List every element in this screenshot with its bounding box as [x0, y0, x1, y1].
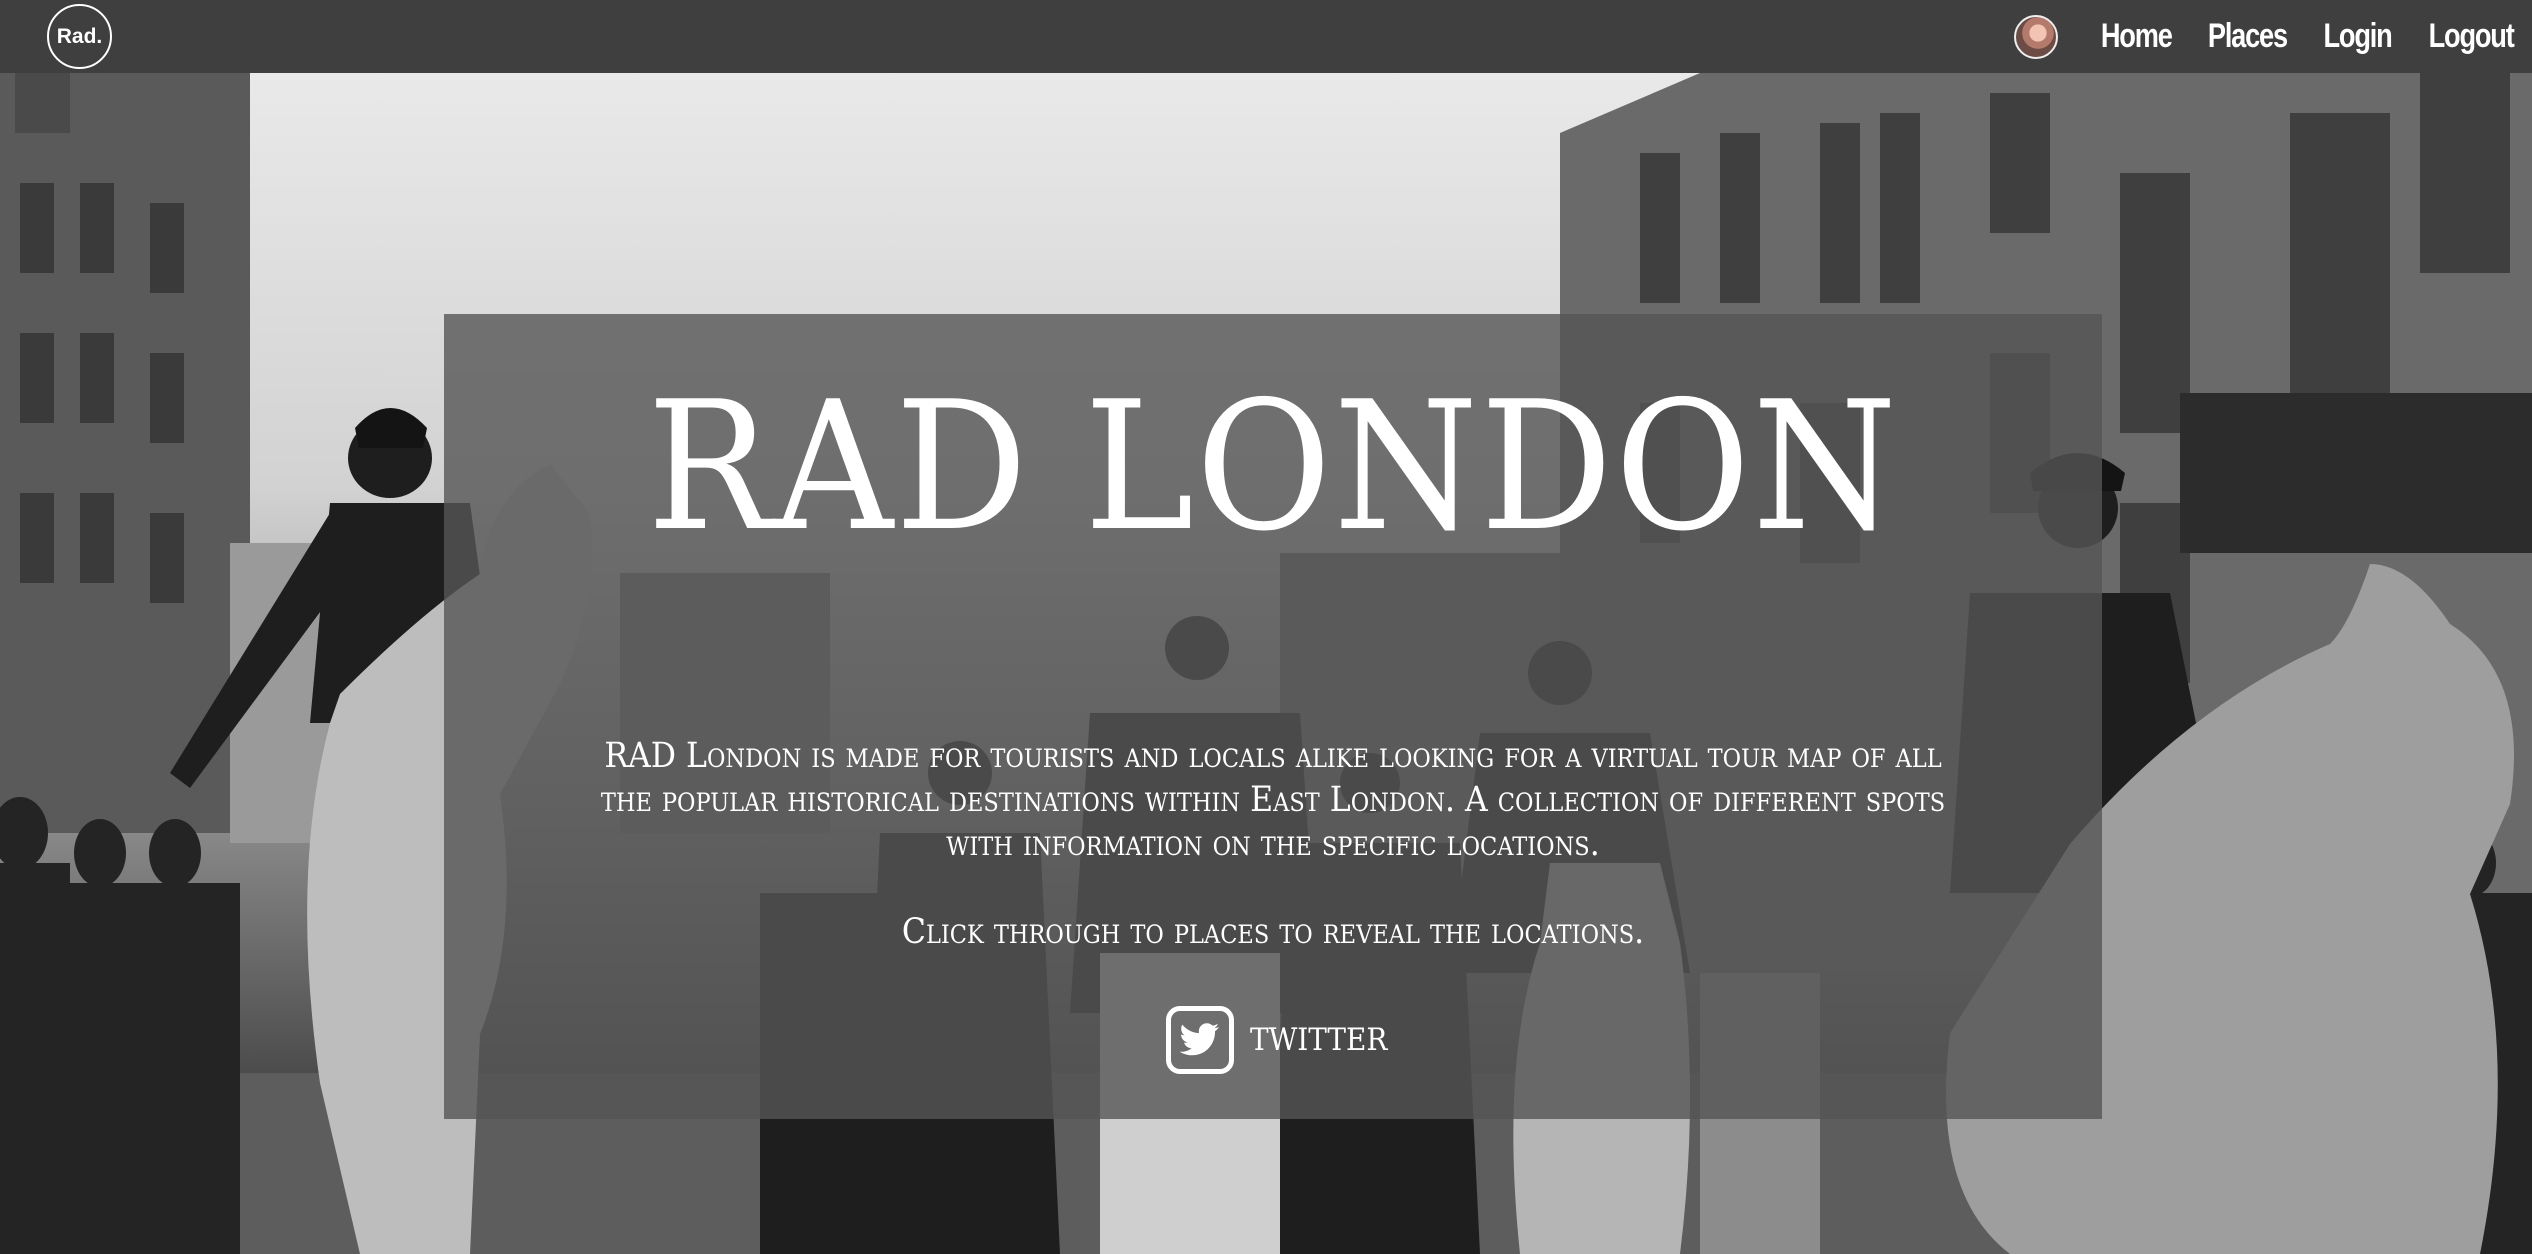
twitter-label: TWITTER	[1250, 1022, 1388, 1058]
twitter-bird-glyph	[1180, 1023, 1219, 1056]
nav-links: Home Places Login Logout	[2013, 0, 2532, 73]
nav-home-link[interactable]: Home	[2100, 17, 2172, 56]
brand-logo[interactable]: Rad.	[47, 4, 112, 69]
nav-logout-link[interactable]: Logout	[2428, 17, 2514, 56]
avatar[interactable]	[2013, 14, 2058, 59]
navbar: Rad. Home Places Login Logout	[0, 0, 2532, 73]
hero-panel: RAD LONDON RAD London is made for touris…	[444, 314, 2102, 1119]
page-title: RAD LONDON	[647, 363, 1899, 570]
hero-description: RAD London is made for tourists and loca…	[600, 736, 1946, 864]
hero-call-to-action: Click through to places to reveal the lo…	[901, 912, 1645, 952]
nav-login-link[interactable]: Login	[2323, 17, 2392, 56]
nav-places-link[interactable]: Places	[2208, 17, 2288, 56]
twitter-bird-icon	[1166, 1006, 1234, 1074]
twitter-link[interactable]: TWITTER	[1166, 1006, 1403, 1074]
